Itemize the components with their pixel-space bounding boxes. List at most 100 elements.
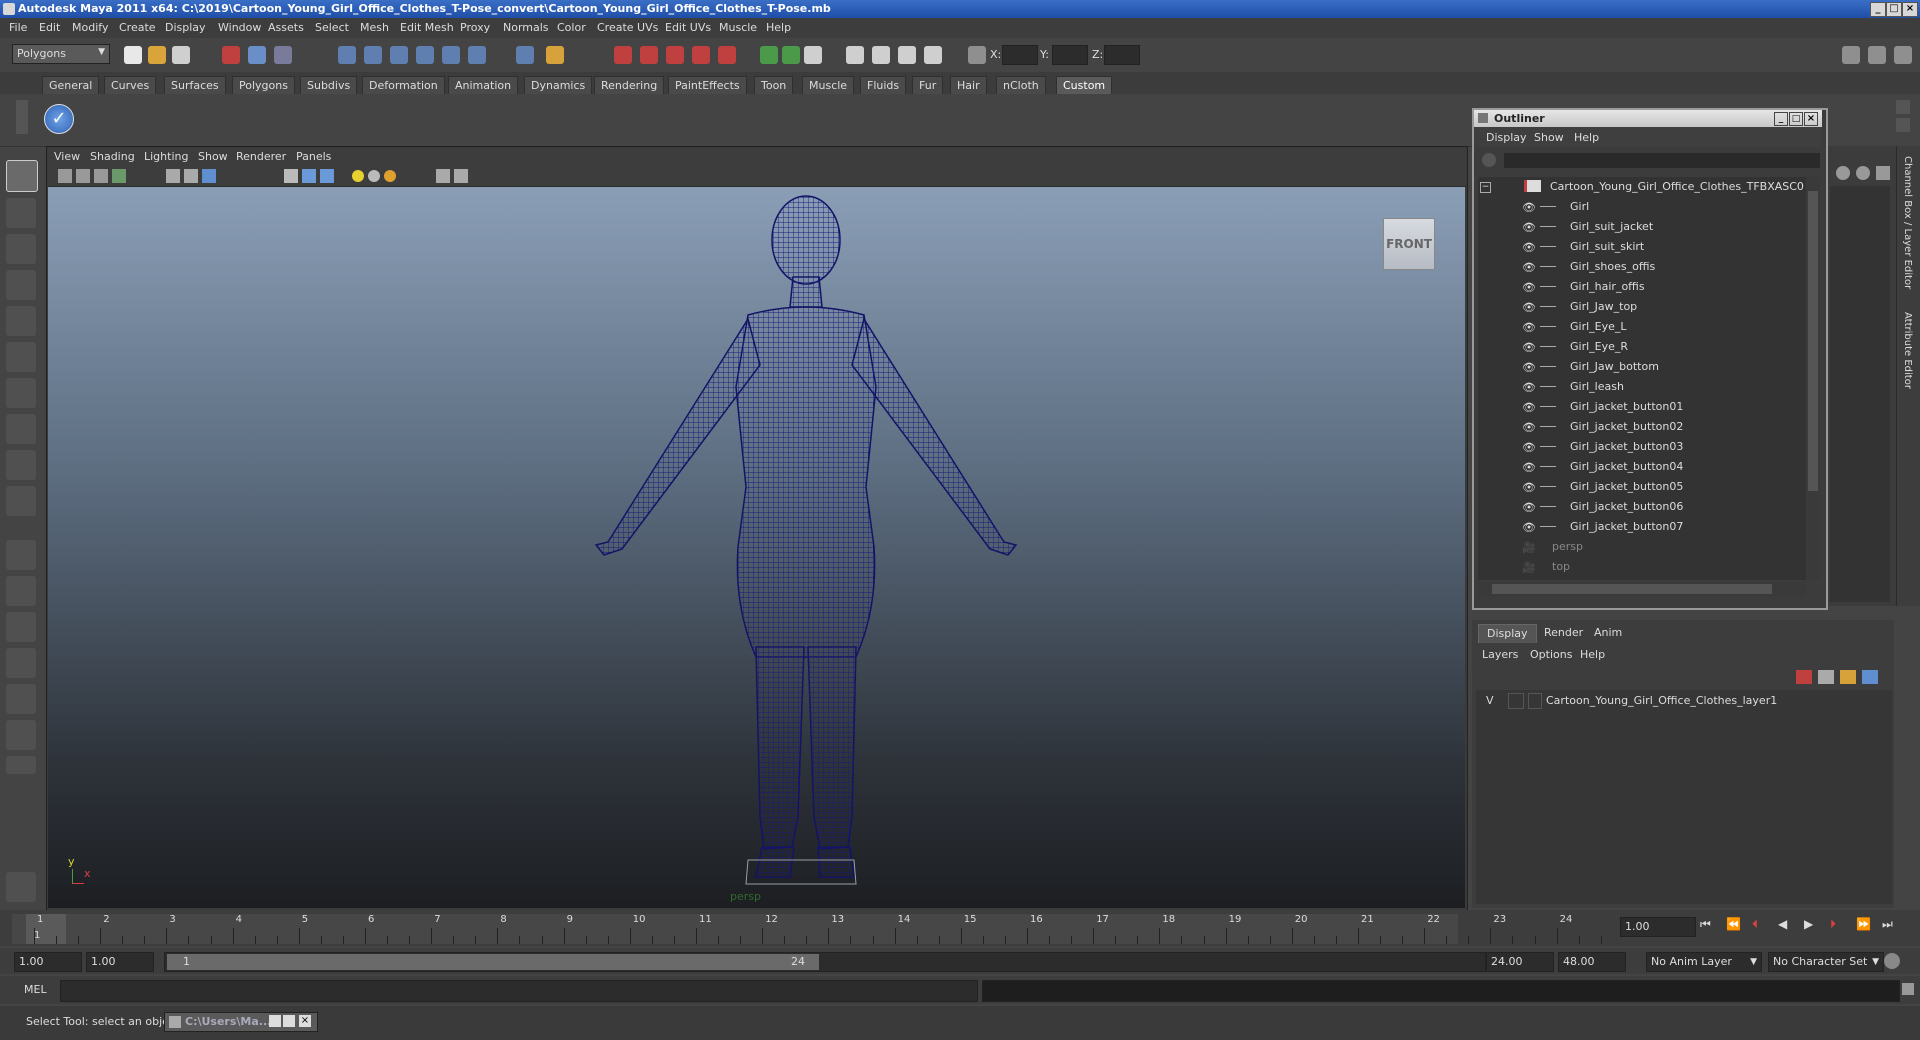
shelf-tab-rendering[interactable]: Rendering	[594, 76, 665, 94]
scroll-thumb[interactable]	[1808, 191, 1818, 491]
anim-layer-dropdown[interactable]: No Anim Layer ▼	[1646, 952, 1762, 972]
step-back-key-icon[interactable]: ⏴	[1752, 917, 1758, 932]
new-scene-icon[interactable]	[124, 46, 142, 64]
shelf-tab-fur[interactable]: Fur	[912, 76, 944, 94]
paint-select-tool-icon[interactable]	[6, 234, 36, 264]
shelf-tab-muscle[interactable]: Muscle	[802, 76, 855, 94]
playback-start-field[interactable]: 1.00	[86, 952, 154, 972]
outliner-vertical-scrollbar[interactable]	[1806, 177, 1820, 579]
minimize-icon[interactable]: _	[1870, 2, 1886, 17]
dope-sheet-icon[interactable]	[898, 46, 916, 64]
3d-viewport[interactable]	[48, 187, 1465, 908]
range-slider[interactable]: 1 24	[164, 952, 1486, 972]
mel-label[interactable]: MEL	[24, 983, 47, 996]
outliner-item[interactable]: 👁 Girl_shoes_offis	[1478, 257, 1806, 277]
checkmark-shelf-icon[interactable]: ✓	[44, 104, 74, 134]
outliner-filter-icon[interactable]	[1482, 153, 1496, 167]
hypershade-icon[interactable]	[718, 46, 736, 64]
hypergraph-icon[interactable]	[872, 46, 890, 64]
vp-menu-shading[interactable]: Shading	[90, 150, 135, 163]
shelf-tab-custom[interactable]: Custom	[1056, 76, 1113, 94]
outliner-menu-display[interactable]: Display	[1486, 131, 1527, 144]
scroll-thumb[interactable]	[1492, 584, 1772, 594]
attribute-editor-icon[interactable]	[804, 46, 822, 64]
vp-menu-lighting[interactable]: Lighting	[144, 150, 188, 163]
tab-attribute-editor[interactable]: Attribute Editor	[1902, 312, 1913, 389]
outliner-item[interactable]: 👁 Girl_jacket_button02	[1478, 417, 1806, 437]
go-to-end-icon[interactable]: ⏭	[1882, 917, 1893, 932]
shelf-menu-icon[interactable]	[16, 100, 28, 134]
layer-menu-layers[interactable]: Layers	[1482, 648, 1518, 661]
resolution-gate-icon[interactable]	[202, 169, 216, 183]
lock-icon[interactable]	[546, 46, 564, 64]
menu-edit[interactable]: Edit	[39, 21, 60, 34]
menu-proxy[interactable]: Proxy	[460, 21, 490, 34]
pin-icon[interactable]	[1876, 166, 1890, 180]
graph-editor-icon[interactable]	[846, 46, 864, 64]
channel-box-toggle-icon[interactable]	[1868, 46, 1886, 64]
outliner-graph-layout-icon[interactable]	[6, 684, 36, 714]
new-layer-selected-icon[interactable]	[1862, 670, 1878, 684]
persp-outliner-layout-icon[interactable]	[6, 612, 36, 642]
task-close-icon[interactable]: ×	[299, 1015, 311, 1027]
trax-editor-icon[interactable]	[924, 46, 942, 64]
smooth-shade-icon[interactable]	[302, 169, 316, 183]
shelf-tab-animation[interactable]: Animation	[448, 76, 519, 94]
open-scene-icon[interactable]	[148, 46, 166, 64]
four-view-layout-icon[interactable]	[6, 576, 36, 606]
move-layer-up-icon[interactable]	[1796, 670, 1812, 684]
outliner-camera-row[interactable]: 🎥 persp	[1478, 537, 1806, 557]
shelf-tab-subdivs[interactable]: Subdivs	[300, 76, 358, 94]
layer-menu-help[interactable]: Help	[1580, 648, 1605, 661]
shelf-tab-hair[interactable]: Hair	[950, 76, 987, 94]
snap-live-icon[interactable]	[468, 46, 486, 64]
snap-point-icon[interactable]	[390, 46, 408, 64]
wireframe-icon[interactable]	[284, 169, 298, 183]
current-frame-field[interactable]: 1.00	[1620, 917, 1696, 937]
outliner-item[interactable]: 👁 Girl_jacket_button07	[1478, 517, 1806, 537]
start-time-field[interactable]: 1.00	[14, 952, 82, 972]
snap-curve-icon[interactable]	[364, 46, 382, 64]
menu-normals[interactable]: Normals	[503, 21, 549, 34]
auto-key-icon[interactable]	[1884, 953, 1900, 969]
render-settings-icon[interactable]	[692, 46, 710, 64]
menu-edit-uvs[interactable]: Edit UVs	[665, 21, 711, 34]
vp-menu-renderer[interactable]: Renderer	[236, 150, 286, 163]
menu-select[interactable]: Select	[315, 21, 349, 34]
textured-icon[interactable]	[320, 169, 334, 183]
layer-color-swatch[interactable]	[1528, 693, 1542, 709]
new-layer-icon[interactable]	[1840, 670, 1856, 684]
shelf-tab-fluids[interactable]: Fluids	[860, 76, 907, 94]
playback-end-field[interactable]: 24.00	[1486, 952, 1554, 972]
soft-mod-tool-icon[interactable]	[6, 414, 36, 444]
menu-edit-mesh[interactable]: Edit Mesh	[400, 21, 454, 34]
range-slider-handle[interactable]	[167, 954, 819, 970]
layout-toggle-icon[interactable]	[1842, 46, 1860, 64]
outliner-maximize-icon[interactable]: □	[1789, 112, 1803, 126]
maximize-icon[interactable]: □	[1886, 2, 1902, 17]
layer-menu-options[interactable]: Options	[1530, 648, 1572, 661]
menu-file[interactable]: File	[9, 21, 27, 34]
rotate-tool-icon[interactable]	[6, 306, 36, 336]
output-ops-icon[interactable]	[782, 46, 800, 64]
default-light-icon[interactable]	[352, 170, 364, 182]
shelf-scroll-up-icon[interactable]	[1896, 100, 1910, 114]
layer-template-toggle[interactable]	[1508, 693, 1524, 709]
tool-settings-icon[interactable]	[6, 872, 36, 902]
menu-set-dropdown[interactable]: Polygons ▼	[12, 44, 110, 64]
select-tool-icon[interactable]	[6, 160, 38, 192]
outliner-item[interactable]: 👁 Girl_suit_skirt	[1478, 237, 1806, 257]
close-icon[interactable]: ×	[1902, 2, 1918, 17]
outliner-menu-help[interactable]: Help	[1574, 131, 1599, 144]
layout-options-icon[interactable]	[6, 756, 36, 774]
select-object-icon[interactable]	[248, 46, 266, 64]
shelf-tab-polygons[interactable]: Polygons	[232, 76, 295, 94]
task-restore-icon[interactable]	[269, 1015, 281, 1027]
menu-help[interactable]: Help	[766, 21, 791, 34]
isolate-select-icon[interactable]	[436, 169, 450, 183]
outliner-item[interactable]: 👁 Girl_jacket_button01	[1478, 397, 1806, 417]
xray-icon[interactable]	[454, 169, 468, 183]
transform-mode-icon[interactable]	[968, 46, 986, 64]
outliner-close-icon[interactable]: ×	[1804, 112, 1818, 126]
vp-menu-panels[interactable]: Panels	[296, 150, 331, 163]
